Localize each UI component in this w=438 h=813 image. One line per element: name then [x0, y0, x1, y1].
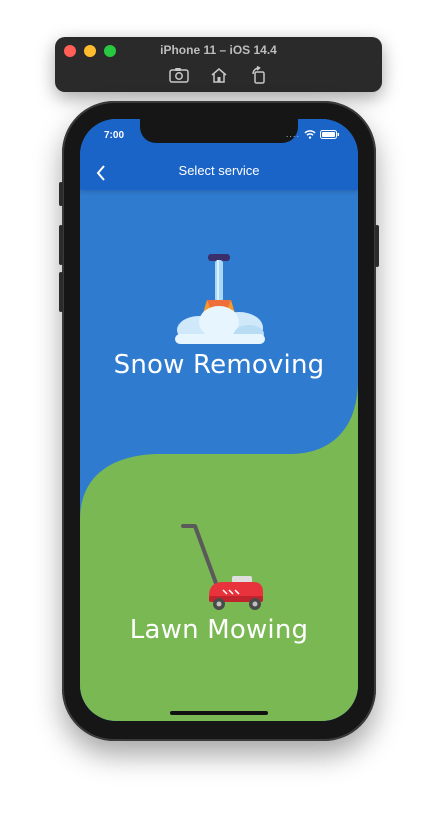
simulator-title: iPhone 11 – iOS 14.4: [160, 43, 277, 57]
simulator-toolbar: iPhone 11 – iOS 14.4: [55, 37, 382, 92]
lawn-mowing-option[interactable]: Lawn Mowing: [80, 520, 358, 645]
lawn-mower-icon: [181, 524, 263, 610]
status-indicators: ....: [286, 130, 340, 139]
power-button: [375, 225, 379, 267]
screenshot-button[interactable]: [168, 65, 190, 85]
simulator-tools: [55, 65, 382, 85]
cellular-dots: ....: [285, 130, 300, 139]
snow-removing-option[interactable]: Snow Removing: [80, 250, 358, 380]
service-selection: Snow Removing Lawn Mowing: [80, 190, 358, 721]
rotate-button[interactable]: [248, 65, 270, 85]
status-time: 7:00: [104, 130, 125, 141]
snow-shovel-icon: [175, 254, 265, 344]
snow-removing-label: Snow Removing: [113, 350, 325, 380]
notch: [140, 119, 298, 143]
rotate-icon: [251, 66, 265, 84]
volume-down-button: [59, 272, 63, 312]
wifi-icon: [304, 130, 316, 139]
volume-up-button: [59, 225, 63, 265]
mute-switch: [59, 182, 63, 206]
battery-icon: [320, 130, 339, 139]
nav-title: Select service: [178, 163, 260, 178]
home-icon: [211, 68, 226, 83]
app-screen: 7:00 .... Select service Snow Removing L…: [80, 119, 358, 721]
home-button[interactable]: [208, 65, 230, 85]
lawn-mowing-label: Lawn Mowing: [129, 615, 309, 645]
screenshot-icon: [168, 68, 189, 83]
home-indicator[interactable]: [170, 711, 268, 715]
